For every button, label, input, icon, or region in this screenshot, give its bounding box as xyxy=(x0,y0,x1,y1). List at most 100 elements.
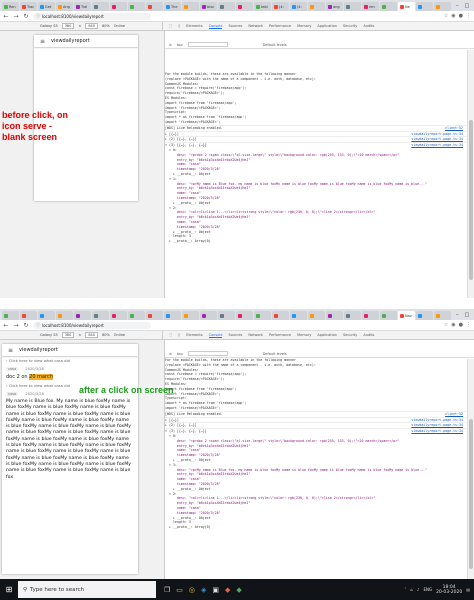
zoom-select[interactable]: 60% xyxy=(102,24,110,28)
browser-tab[interactable] xyxy=(56,311,73,320)
height-input[interactable]: 640 xyxy=(85,332,98,338)
kebab-menu-icon[interactable]: ⋮ xyxy=(466,13,471,19)
browser-tab[interactable] xyxy=(74,311,91,320)
browser-tab[interactable] xyxy=(308,311,325,320)
browser-tab[interactable]: ang xyxy=(326,2,343,11)
browser-tab[interactable]: (4: xyxy=(290,2,307,11)
app-icon[interactable]: ◆ xyxy=(225,586,230,594)
browser-tab[interactable] xyxy=(92,311,109,320)
back-icon[interactable]: ← xyxy=(3,13,9,20)
browser-tab[interactable]: ren xyxy=(362,2,379,11)
menu-icon[interactable]: ≡ xyxy=(8,347,13,354)
language-indicator[interactable]: ENG xyxy=(423,587,432,592)
tab-performance[interactable]: Performance xyxy=(269,333,291,337)
levels-select[interactable]: Default levels xyxy=(263,43,287,47)
browser-tab[interactable] xyxy=(434,311,451,320)
console-filter-input[interactable] xyxy=(187,42,228,47)
tab-audits[interactable]: Audits xyxy=(363,24,374,28)
browser-tab[interactable]: tabl xyxy=(254,2,271,11)
network-select[interactable]: Online xyxy=(114,333,125,337)
reload-icon[interactable]: ↻ xyxy=(23,13,29,20)
browser-tab[interactable] xyxy=(2,311,19,320)
tab-memory[interactable]: Memory xyxy=(297,24,311,28)
console-filter-input[interactable] xyxy=(187,351,228,356)
browser-tab[interactable] xyxy=(128,2,145,11)
scrollbar-thumb[interactable] xyxy=(469,120,473,280)
network-select[interactable]: Online xyxy=(114,24,125,28)
forward-icon[interactable]: → xyxy=(13,322,19,329)
windows-start-icon[interactable]: ⊞ xyxy=(0,585,18,594)
console-source-link[interactable]: viewdailyreport.page.ts:34 xyxy=(411,137,467,142)
browser-tab[interactable] xyxy=(272,311,289,320)
tab-application[interactable]: Application xyxy=(317,24,337,28)
notifications-icon[interactable]: ▤ xyxy=(466,587,470,592)
reload-icon[interactable]: ↻ xyxy=(23,322,29,329)
browser-tab[interactable] xyxy=(362,311,379,320)
context-select[interactable]: top xyxy=(177,43,183,47)
minimize-icon[interactable]: – xyxy=(456,312,459,318)
console-scrollbar[interactable] xyxy=(467,359,474,579)
forward-icon[interactable]: → xyxy=(13,13,19,20)
profile-icon[interactable]: ● xyxy=(459,322,463,328)
clear-console-icon[interactable]: ⊘ xyxy=(169,43,172,47)
browser-tab[interactable] xyxy=(38,311,55,320)
browser-tab[interactable] xyxy=(110,2,127,11)
taskbar-search[interactable]: ⚲ Type here to search xyxy=(18,581,156,598)
console-source-link[interactable]: viewdailyreport.page.ts:34 xyxy=(411,423,467,428)
console-source-link[interactable]: viewdailyreport.page.ts:34 xyxy=(411,143,467,148)
width-input[interactable]: 360 xyxy=(61,332,75,338)
browser-tab[interactable] xyxy=(434,2,451,11)
width-input[interactable]: 360 xyxy=(61,23,75,29)
file-explorer-icon[interactable]: ▭ xyxy=(176,586,183,594)
browser-tab[interactable] xyxy=(344,2,361,11)
browser-tab[interactable] xyxy=(344,311,361,320)
browser-tab[interactable]: Ren xyxy=(2,2,19,11)
browser-tab[interactable] xyxy=(110,311,127,320)
context-select[interactable]: top xyxy=(177,352,183,356)
browser-tab[interactable] xyxy=(164,311,181,320)
tab-audits[interactable]: Audits xyxy=(363,333,374,337)
app-icon[interactable]: ◆ xyxy=(236,586,241,594)
minimize-icon[interactable]: – xyxy=(456,3,459,9)
device-toggle-icon[interactable]: ▯ xyxy=(178,333,180,337)
browser-tab[interactable] xyxy=(416,2,433,11)
kebab-menu-icon[interactable]: ⋮ xyxy=(466,322,471,328)
browser-tab[interactable]: Trai xyxy=(74,2,91,11)
browser-tab[interactable]: Trac xyxy=(20,2,37,11)
maximize-icon[interactable]: □ xyxy=(465,3,470,9)
volume-icon[interactable]: ♪ xyxy=(417,587,420,592)
browser-tab[interactable] xyxy=(218,311,235,320)
vscode-icon[interactable]: ◈ xyxy=(201,586,206,594)
console-source-link[interactable]: viewdailyreport.page.ts:34 xyxy=(411,429,467,434)
browser-tab[interactable] xyxy=(308,2,325,11)
console-scrollbar[interactable] xyxy=(467,50,474,298)
height-input[interactable]: 640 xyxy=(85,23,98,29)
menu-icon[interactable]: ≡ xyxy=(40,38,45,45)
tab-console[interactable]: Console xyxy=(208,333,223,338)
browser-tab[interactable] xyxy=(182,2,199,11)
chrome-icon[interactable]: ◎ xyxy=(189,586,195,594)
browser-tab[interactable] xyxy=(290,311,307,320)
browser-tab[interactable] xyxy=(128,311,145,320)
browser-tab[interactable] xyxy=(182,311,199,320)
browser-tab[interactable] xyxy=(326,311,343,320)
browser-tab[interactable] xyxy=(380,2,397,11)
tab-application[interactable]: Application xyxy=(317,333,337,337)
levels-select[interactable]: Default levels xyxy=(263,352,287,356)
terminal-icon[interactable]: ▣ xyxy=(212,586,219,594)
extension-icon[interactable]: ◉ xyxy=(451,322,455,328)
address-input[interactable]: ⓘ localhost:8100/viewdailyreport xyxy=(33,321,151,329)
device-toggle-icon[interactable]: ▯ xyxy=(178,24,180,28)
zoom-select[interactable]: 60% xyxy=(102,333,110,337)
star-icon[interactable]: ☆ xyxy=(444,13,448,19)
tab-network[interactable]: Network xyxy=(248,333,263,337)
tab-sources[interactable]: Sources xyxy=(228,24,242,28)
device-select[interactable]: Galaxy S5 xyxy=(40,333,58,337)
browser-tab[interactable] xyxy=(200,311,217,320)
tab-elements[interactable]: Elements xyxy=(186,333,202,337)
console-source-link[interactable]: viewdailyreport.page.ts:34 xyxy=(411,132,467,137)
browser-tab[interactable] xyxy=(416,311,433,320)
browser-tab[interactable] xyxy=(92,2,109,11)
clear-console-icon[interactable]: ⊘ xyxy=(169,352,172,356)
extension-icon[interactable]: ◉ xyxy=(451,13,455,19)
